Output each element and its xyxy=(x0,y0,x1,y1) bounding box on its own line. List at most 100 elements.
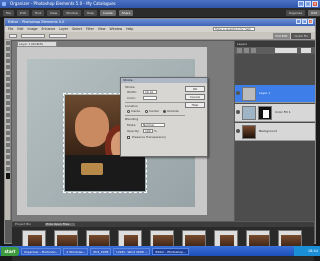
organizer-toolbar: File Edit Find View Window Help Create S… xyxy=(0,8,320,17)
layer-row-color-fill-1[interactable]: Color Fill 1 xyxy=(235,104,315,122)
new-layer-icon[interactable] xyxy=(237,48,242,53)
edit-mode-button[interactable]: Edit xyxy=(308,9,320,16)
ok-button[interactable]: OK xyxy=(185,86,205,92)
help-search-input[interactable]: Type a question for help xyxy=(213,27,255,31)
opacity-label: Opacity: xyxy=(127,129,140,133)
organize-button[interactable]: Organize xyxy=(285,9,306,16)
toolbox xyxy=(5,40,11,220)
layer-row-background[interactable]: Background xyxy=(235,123,315,141)
cancel-button[interactable]: Cancel xyxy=(185,94,205,100)
clone-stamp-tool-icon[interactable] xyxy=(6,119,10,123)
layer-name: Background xyxy=(259,129,277,133)
location-inside-label: Inside xyxy=(131,109,140,113)
taskbar-editor[interactable]: Editor - Photoshop... xyxy=(152,247,189,255)
lasso-tool-icon[interactable] xyxy=(6,71,10,75)
tool-preset-picker[interactable] xyxy=(9,34,17,38)
marquee-tool-icon[interactable] xyxy=(6,65,10,69)
refine-edge-button[interactable] xyxy=(49,34,67,38)
gradient-tool-icon[interactable] xyxy=(6,149,10,153)
maximize-button[interactable]: □ xyxy=(305,1,311,7)
taskbar-untitled[interactable]: Untitl - Wind 2008 ... xyxy=(113,247,151,255)
crop-tool-icon[interactable] xyxy=(6,95,10,99)
magic-wand-tool-icon[interactable] xyxy=(6,77,10,81)
minimize-button[interactable]: _ xyxy=(298,1,304,7)
width-field[interactable]: 10 px xyxy=(143,90,157,94)
preserve-transparency-label: Preserve Transparency xyxy=(132,135,166,139)
taskbar-windows-group[interactable]: 2 Windows... xyxy=(63,247,89,255)
project-bin-tab[interactable]: Project Bin xyxy=(15,222,31,226)
editor-window: Editor - Photoshop Elements 5.0 _ □ × Fi… xyxy=(4,18,316,261)
zoom-tool-icon[interactable] xyxy=(6,47,10,51)
blending-group-label: Blending xyxy=(125,117,139,121)
mode-select[interactable]: Normal xyxy=(141,123,165,127)
menu-find[interactable]: Find xyxy=(31,9,44,16)
width-label: Width: xyxy=(127,90,137,94)
paint-bucket-tool-icon[interactable] xyxy=(6,143,10,147)
layers-panel: Layers Layer 1 Color Fill 1 Background xyxy=(235,41,315,221)
sponge-tool-icon[interactable] xyxy=(6,167,10,171)
menu-window[interactable]: Window xyxy=(63,9,81,16)
location-center-radio[interactable] xyxy=(145,110,148,113)
eyedropper-tool-icon[interactable] xyxy=(6,59,10,63)
opacity-field[interactable]: 100 xyxy=(143,129,153,133)
editor-maximize-button[interactable]: □ xyxy=(302,19,307,24)
opacity-unit: % xyxy=(154,129,157,133)
create-button[interactable]: Create xyxy=(99,9,116,16)
menu-file[interactable]: File xyxy=(3,9,15,16)
color-swatch[interactable] xyxy=(143,96,157,100)
layer-mask-thumbnail xyxy=(258,106,272,120)
color-label: Color: xyxy=(127,96,136,100)
menu-view[interactable]: View xyxy=(47,9,61,16)
layer-row-layer-1[interactable]: Layer 1 xyxy=(235,85,315,103)
location-inside-radio[interactable] xyxy=(127,110,130,113)
menu-help[interactable]: Help xyxy=(83,9,97,16)
editor-close-button[interactable]: × xyxy=(308,19,313,24)
help-button[interactable]: Help xyxy=(185,102,205,108)
organizer-title-bar: Organizer - Photoshop Elements 5.0 - My … xyxy=(0,0,320,8)
layer-visibility-icon[interactable] xyxy=(236,91,240,95)
shape-tool-icon[interactable] xyxy=(6,155,10,159)
mode-label: Mode: xyxy=(127,123,137,127)
type-tool-icon[interactable] xyxy=(6,89,10,93)
close-button[interactable]: × xyxy=(312,1,318,7)
system-tray-clock[interactable]: 18:44 xyxy=(294,246,320,256)
hide-open-files-select[interactable]: Hide Open Files xyxy=(45,223,75,226)
move-tool-icon[interactable] xyxy=(6,41,10,45)
share-button[interactable]: Share xyxy=(118,9,134,16)
stroke-dialog-title: Stroke xyxy=(121,78,207,83)
pencil-tool-icon[interactable] xyxy=(6,131,10,135)
layer-opacity-field[interactable] xyxy=(301,48,311,53)
blur-tool-icon[interactable] xyxy=(6,161,10,165)
color-swatches-icon[interactable] xyxy=(6,173,10,179)
layer-name: Color Fill 1 xyxy=(275,110,291,114)
feather-field[interactable] xyxy=(21,34,45,38)
location-outside-radio[interactable] xyxy=(163,110,166,113)
cookie-cutter-tool-icon[interactable] xyxy=(6,101,10,105)
blend-mode-select[interactable] xyxy=(275,48,297,53)
trash-icon[interactable] xyxy=(251,48,256,53)
taskbar-pc3[interactable]: PC3_0038 xyxy=(90,247,112,255)
organizer-window-title: Organizer - Photoshop Elements 5.0 - My … xyxy=(10,1,116,6)
hand-tool-icon[interactable] xyxy=(6,53,10,57)
layer-visibility-icon[interactable] xyxy=(236,110,240,114)
preserve-transparency-checkbox[interactable] xyxy=(127,136,130,139)
location-group-label: Location xyxy=(125,104,138,108)
options-bar: Full Edit Quick Fix xyxy=(5,32,315,40)
healing-brush-tool-icon[interactable] xyxy=(6,113,10,117)
editor-title-bar: Editor - Photoshop Elements 5.0 _ □ × xyxy=(5,19,315,26)
red-eye-tool-icon[interactable] xyxy=(6,107,10,111)
layers-panel-toolbar xyxy=(235,47,315,54)
layer-visibility-icon[interactable] xyxy=(236,129,240,133)
selection-brush-tool-icon[interactable] xyxy=(6,83,10,87)
start-button[interactable]: start xyxy=(1,246,19,256)
taskbar-organizer[interactable]: Organizer - Photosho... xyxy=(21,247,62,255)
adjustment-layer-icon[interactable] xyxy=(244,48,249,53)
layer-thumbnail xyxy=(242,106,256,120)
full-edit-tab[interactable]: Full Edit xyxy=(272,33,291,39)
eraser-tool-icon[interactable] xyxy=(6,125,10,129)
editor-minimize-button[interactable]: _ xyxy=(296,19,301,24)
menu-edit[interactable]: Edit xyxy=(17,9,29,16)
quick-fix-tab[interactable]: Quick Fix xyxy=(291,33,311,39)
brush-tool-icon[interactable] xyxy=(6,137,10,141)
windows-taskbar: start Organizer - Photosho... 2 Windows.… xyxy=(0,246,320,256)
